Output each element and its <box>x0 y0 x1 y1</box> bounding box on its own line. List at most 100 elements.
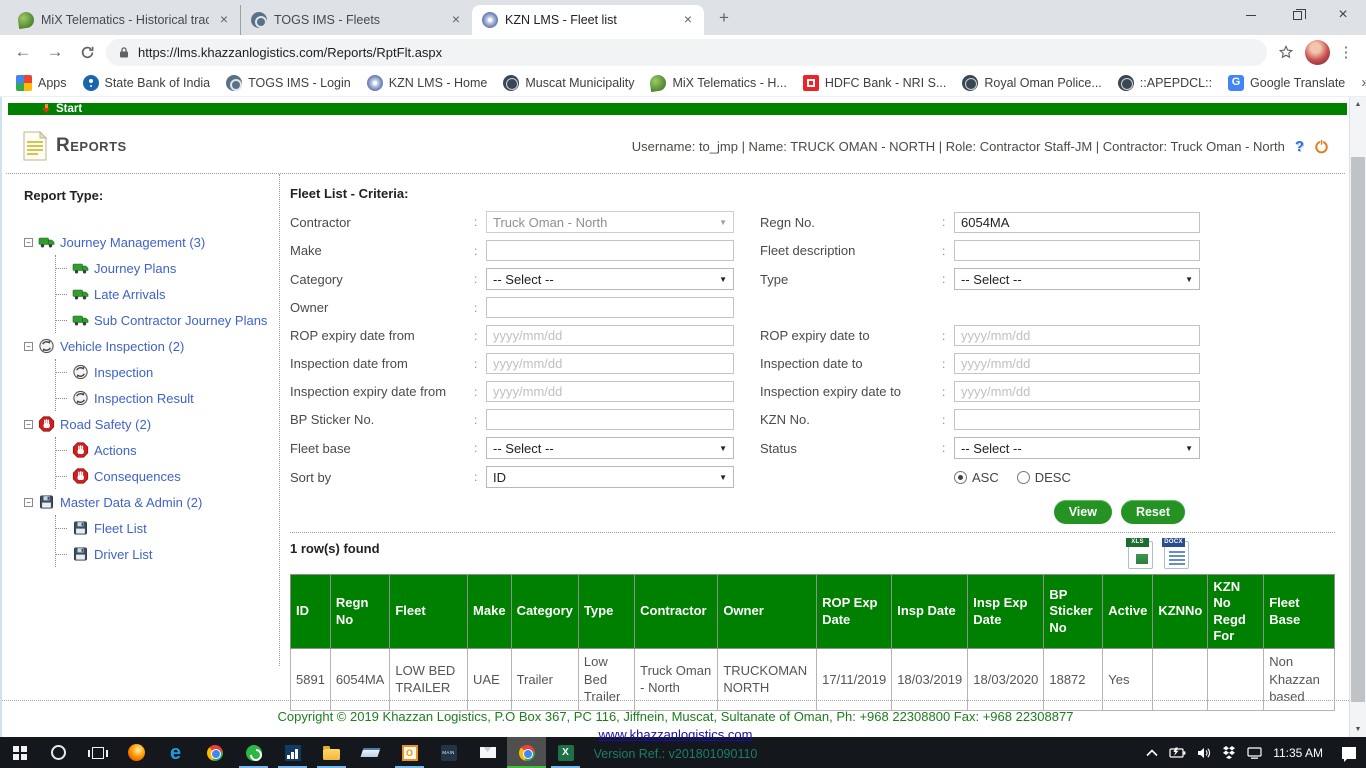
scrollbar-down-arrow[interactable]: ▼ <box>1350 722 1366 737</box>
taskbar-excel[interactable]: X <box>546 737 585 768</box>
browser-tab-kzn-lms-fleet-list[interactable]: KZN LMS - Fleet list× <box>472 5 704 35</box>
browser-tab-mix-telematics-historical-trackin[interactable]: MiX Telematics - Historical trackin× <box>8 5 240 35</box>
close-button[interactable]: × <box>1320 0 1366 30</box>
bookmark-google-translate[interactable]: Google Translate <box>1222 73 1351 93</box>
input-kzn-no[interactable] <box>954 409 1200 430</box>
bookmark-hdfc-bank-nri-s[interactable]: HDFC Bank - NRI S... <box>797 73 953 93</box>
taskbar-cortana[interactable] <box>39 737 78 768</box>
taskbar-chrome[interactable] <box>195 737 234 768</box>
tree-link-sub-contractor-journey-plans[interactable]: Sub Contractor Journey Plans <box>94 313 267 328</box>
reload-button[interactable] <box>74 39 100 65</box>
taskbar-start-button[interactable] <box>0 737 39 768</box>
input-inspection-expiry-date-to[interactable] <box>954 381 1200 402</box>
page-scrollbar[interactable]: ▲ ▼ <box>1349 97 1366 737</box>
website-link[interactable]: www.khazzanlogistics.com <box>599 727 753 742</box>
taskbar-mail[interactable] <box>468 737 507 768</box>
forward-button[interactable]: → <box>42 39 68 65</box>
taskbar-firefox[interactable] <box>117 737 156 768</box>
browser-tab-togs-ims-fleets[interactable]: TOGS IMS - Fleets× <box>240 5 472 35</box>
view-button[interactable]: View <box>1054 500 1112 524</box>
taskbar-task-view[interactable] <box>78 737 117 768</box>
bookmark-apepdcl[interactable]: ::APEPDCL:: <box>1112 73 1218 93</box>
input-regn-no[interactable] <box>954 212 1200 233</box>
collapse-icon[interactable]: − <box>24 420 33 429</box>
tree-link-master-data-admin-2[interactable]: Master Data & Admin (2) <box>60 495 202 510</box>
reset-button[interactable]: Reset <box>1121 500 1185 524</box>
radio-desc[interactable] <box>1017 471 1030 484</box>
tree-link-inspection[interactable]: Inspection <box>94 365 153 380</box>
tree-link-consequences[interactable]: Consequences <box>94 469 181 484</box>
field-label: Status <box>760 441 942 456</box>
taskbar-outlook[interactable]: O <box>390 737 429 768</box>
radio-label: DESC <box>1035 470 1071 485</box>
minimize-button[interactable] <box>1228 0 1274 30</box>
scrollbar-up-arrow[interactable]: ▲ <box>1350 97 1366 112</box>
taskbar-scanner[interactable] <box>351 737 390 768</box>
browser-menu-button[interactable]: ⋮ <box>1336 43 1356 61</box>
input-inspection-date-to[interactable] <box>954 353 1200 374</box>
input-make[interactable] <box>486 240 734 261</box>
tree-link-journey-plans[interactable]: Journey Plans <box>94 261 176 276</box>
tree-link-vehicle-inspection-2[interactable]: Vehicle Inspection (2) <box>60 339 184 354</box>
select-category[interactable]: -- Select --▼ <box>486 268 734 290</box>
radio-option-desc[interactable]: DESC <box>1017 470 1071 485</box>
tab-close-icon[interactable]: × <box>216 12 232 28</box>
bookmark-star-button[interactable] <box>1273 39 1299 65</box>
rows-found-text: 1 row(s) found <box>290 541 380 556</box>
restore-button[interactable] <box>1274 0 1320 30</box>
bookmark-togs-ims-login[interactable]: TOGS IMS - Login <box>220 73 357 93</box>
input-rop-expiry-date-to[interactable] <box>954 325 1200 346</box>
input-owner[interactable] <box>486 297 734 318</box>
action-center-icon[interactable] <box>1342 747 1356 759</box>
profile-avatar[interactable] <box>1305 40 1330 65</box>
taskbar-edge[interactable]: e <box>156 737 195 768</box>
bookmark-label: MiX Telematics - H... <box>672 76 786 90</box>
tree-link-driver-list[interactable]: Driver List <box>94 547 153 562</box>
bookmark-royal-oman-police[interactable]: Royal Oman Police... <box>956 73 1107 93</box>
collapse-icon[interactable]: − <box>24 498 33 507</box>
logout-power-icon[interactable] <box>1314 139 1329 154</box>
taskbar-whatsapp[interactable] <box>234 737 273 768</box>
taskbar-stocks[interactable] <box>273 737 312 768</box>
input-fleet-description[interactable] <box>954 240 1200 261</box>
tab-close-icon[interactable]: × <box>680 12 696 28</box>
radio-option-asc[interactable]: ASC <box>954 470 999 485</box>
taskbar-chrome-active[interactable] <box>507 737 546 768</box>
taskbar-file-explorer[interactable] <box>312 737 351 768</box>
select-sort-by[interactable]: ID▼ <box>486 466 734 488</box>
start-menu-item[interactable]: Start <box>56 103 82 115</box>
bookmark-kzn-lms-home[interactable]: KZN LMS - Home <box>361 73 494 93</box>
select-status[interactable]: -- Select --▼ <box>954 437 1200 459</box>
bookmark-muscat-municipality[interactable]: Muscat Municipality <box>497 73 640 93</box>
taskbar-main-app[interactable]: MAIN <box>429 737 468 768</box>
tree-link-late-arrivals[interactable]: Late Arrivals <box>94 287 166 302</box>
tree-link-road-safety-2[interactable]: Road Safety (2) <box>60 417 151 432</box>
radio-asc[interactable] <box>954 471 967 484</box>
tab-close-icon[interactable]: × <box>448 12 464 28</box>
back-button[interactable]: ← <box>10 39 36 65</box>
tree-link-fleet-list[interactable]: Fleet List <box>94 521 147 536</box>
help-icon[interactable]: ? <box>1295 138 1304 155</box>
input-inspection-expiry-date-from[interactable] <box>486 381 734 402</box>
tree-link-actions[interactable]: Actions <box>94 443 137 458</box>
tree-link-inspection-result[interactable]: Inspection Result <box>94 391 194 406</box>
scrollbar-thumb[interactable] <box>1351 157 1365 702</box>
report-tree: − Journey Management (3) Journey Plans Late… <box>24 229 279 567</box>
collapse-icon[interactable]: − <box>24 342 33 351</box>
input-inspection-date-from[interactable] <box>486 353 734 374</box>
address-bar[interactable]: https://lms.khazzanlogistics.com/Reports… <box>106 39 1267 66</box>
bookmark-label: ::APEPDCL:: <box>1140 76 1212 90</box>
new-tab-button[interactable]: + <box>710 5 738 33</box>
bookmark-mix-telematics-h[interactable]: MiX Telematics - H... <box>644 73 792 93</box>
collapse-icon[interactable]: − <box>24 238 33 247</box>
bookmarks-overflow-icon[interactable]: » <box>1355 74 1366 91</box>
select-type[interactable]: -- Select --▼ <box>954 268 1200 290</box>
bookmark-state-bank-of-india[interactable]: State Bank of India <box>77 73 217 93</box>
export-xls-button[interactable]: XLS <box>1128 541 1153 569</box>
tree-link-journey-management-3[interactable]: Journey Management (3) <box>60 235 205 250</box>
select-fleet-base[interactable]: -- Select --▼ <box>486 437 734 459</box>
input-bp-sticker-no[interactable] <box>486 409 734 430</box>
input-rop-expiry-date-from[interactable] <box>486 325 734 346</box>
export-docx-button[interactable]: DOCX <box>1164 541 1189 569</box>
bookmark-apps[interactable]: Apps <box>10 73 73 93</box>
